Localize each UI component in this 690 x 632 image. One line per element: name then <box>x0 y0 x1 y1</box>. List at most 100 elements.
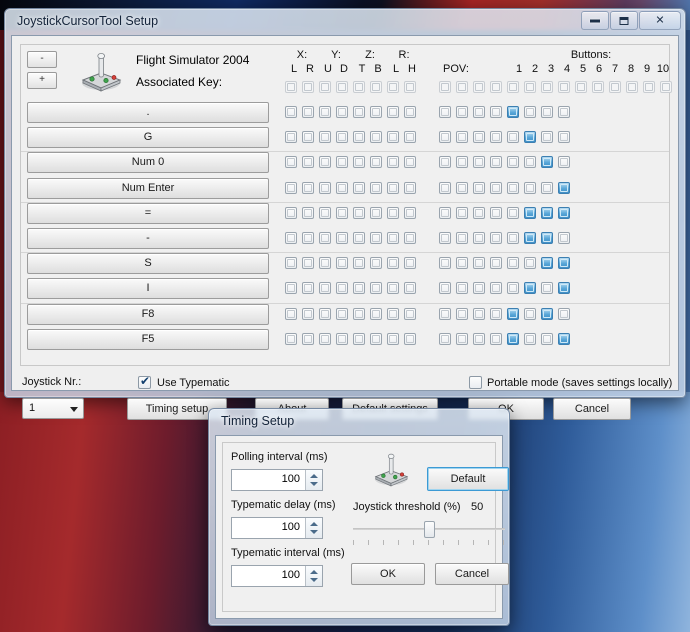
axis-checkbox[interactable] <box>404 232 416 244</box>
key-binding-button[interactable]: G <box>27 127 269 149</box>
button-checkbox[interactable] <box>558 232 570 244</box>
axis-checkbox[interactable] <box>370 131 382 144</box>
pov-checkbox[interactable] <box>456 206 468 219</box>
pov-checkbox[interactable] <box>473 232 485 244</box>
button-checkbox[interactable] <box>507 181 519 194</box>
axis-checkbox[interactable] <box>387 206 399 219</box>
axis-checkbox[interactable] <box>319 106 331 118</box>
pov-checkbox[interactable] <box>456 332 468 345</box>
axis-checkbox[interactable] <box>404 257 416 270</box>
axis-checkbox[interactable] <box>319 156 331 169</box>
axis-checkbox[interactable] <box>302 257 314 270</box>
axis-checkbox[interactable] <box>302 106 314 118</box>
axis-checkbox[interactable] <box>302 131 314 144</box>
button-checkbox[interactable] <box>558 131 570 144</box>
spinner-down-icon[interactable] <box>310 482 318 486</box>
key-binding-button[interactable]: = <box>27 202 269 224</box>
axis-checkbox[interactable] <box>387 307 399 320</box>
pov-checkbox[interactable] <box>439 307 451 320</box>
pov-checkbox[interactable] <box>490 282 502 295</box>
spinner-down-icon[interactable] <box>310 578 318 582</box>
key-binding-button[interactable]: F5 <box>27 328 269 350</box>
pov-checkbox[interactable] <box>473 332 485 345</box>
pov-checkbox[interactable] <box>490 332 502 345</box>
axis-checkbox[interactable] <box>285 131 297 144</box>
axis-checkbox[interactable] <box>370 307 382 320</box>
button-checkbox[interactable] <box>558 106 570 118</box>
profile-prev-button[interactable]: - <box>27 51 57 68</box>
pov-checkbox[interactable] <box>490 232 502 244</box>
pov-checkbox[interactable] <box>473 307 485 320</box>
button-checkbox[interactable] <box>541 332 553 345</box>
axis-checkbox[interactable] <box>285 206 297 219</box>
joystick-threshold-slider[interactable] <box>353 521 505 547</box>
button-checkbox[interactable] <box>524 131 536 144</box>
axis-checkbox[interactable] <box>319 131 331 144</box>
pov-checkbox[interactable] <box>439 156 451 169</box>
button-checkbox[interactable] <box>541 232 553 244</box>
axis-checkbox[interactable] <box>319 181 331 194</box>
axis-checkbox[interactable] <box>285 232 297 244</box>
pov-checkbox[interactable] <box>473 257 485 270</box>
slider-thumb[interactable] <box>423 521 435 538</box>
maximize-button[interactable] <box>610 11 638 30</box>
spinner-up-icon[interactable] <box>310 570 318 574</box>
button-checkbox[interactable] <box>507 332 519 345</box>
axis-checkbox[interactable] <box>336 257 348 270</box>
polling-interval-input[interactable]: 100 <box>231 469 323 491</box>
axis-checkbox[interactable] <box>370 282 382 295</box>
axis-checkbox[interactable] <box>319 332 331 345</box>
axis-checkbox[interactable] <box>336 206 348 219</box>
axis-checkbox[interactable] <box>370 332 382 345</box>
axis-checkbox[interactable] <box>336 307 348 320</box>
typematic-delay-input[interactable]: 100 <box>231 517 323 539</box>
pov-checkbox[interactable] <box>439 232 451 244</box>
axis-checkbox[interactable] <box>302 206 314 219</box>
button-checkbox[interactable] <box>558 156 570 169</box>
axis-checkbox[interactable] <box>387 282 399 295</box>
key-binding-button[interactable]: Num 0 <box>27 152 269 174</box>
use-typematic-checkbox[interactable] <box>138 374 151 389</box>
axis-checkbox[interactable] <box>387 106 399 118</box>
pov-checkbox[interactable] <box>439 282 451 295</box>
axis-checkbox[interactable] <box>353 181 365 194</box>
pov-checkbox[interactable] <box>456 106 468 118</box>
axis-checkbox[interactable] <box>387 181 399 194</box>
spinner-up-icon[interactable] <box>310 474 318 478</box>
axis-checkbox[interactable] <box>302 181 314 194</box>
typematic-interval-spinner[interactable] <box>305 566 322 586</box>
key-binding-button[interactable]: F8 <box>27 303 269 325</box>
axis-checkbox[interactable] <box>404 156 416 169</box>
button-checkbox[interactable] <box>507 282 519 295</box>
button-checkbox[interactable] <box>541 307 553 320</box>
button-checkbox[interactable] <box>524 156 536 169</box>
axis-checkbox[interactable] <box>302 307 314 320</box>
pov-checkbox[interactable] <box>473 181 485 194</box>
axis-checkbox[interactable] <box>285 257 297 270</box>
axis-checkbox[interactable] <box>336 131 348 144</box>
pov-checkbox[interactable] <box>456 156 468 169</box>
axis-checkbox[interactable] <box>353 232 365 244</box>
axis-checkbox[interactable] <box>319 282 331 295</box>
pov-checkbox[interactable] <box>473 131 485 144</box>
axis-checkbox[interactable] <box>370 181 382 194</box>
axis-checkbox[interactable] <box>285 332 297 345</box>
axis-checkbox[interactable] <box>370 206 382 219</box>
axis-checkbox[interactable] <box>336 106 348 118</box>
button-checkbox[interactable] <box>541 282 553 295</box>
axis-checkbox[interactable] <box>319 307 331 320</box>
axis-checkbox[interactable] <box>285 181 297 194</box>
button-checkbox[interactable] <box>524 206 536 219</box>
axis-checkbox[interactable] <box>302 232 314 244</box>
pov-checkbox[interactable] <box>439 332 451 345</box>
key-binding-button[interactable]: I <box>27 278 269 300</box>
pov-checkbox[interactable] <box>490 181 502 194</box>
pov-checkbox[interactable] <box>456 282 468 295</box>
axis-checkbox[interactable] <box>370 156 382 169</box>
pov-checkbox[interactable] <box>490 106 502 118</box>
pov-checkbox[interactable] <box>456 232 468 244</box>
button-checkbox[interactable] <box>558 307 570 320</box>
axis-checkbox[interactable] <box>285 156 297 169</box>
button-checkbox[interactable] <box>524 257 536 270</box>
pov-checkbox[interactable] <box>490 307 502 320</box>
